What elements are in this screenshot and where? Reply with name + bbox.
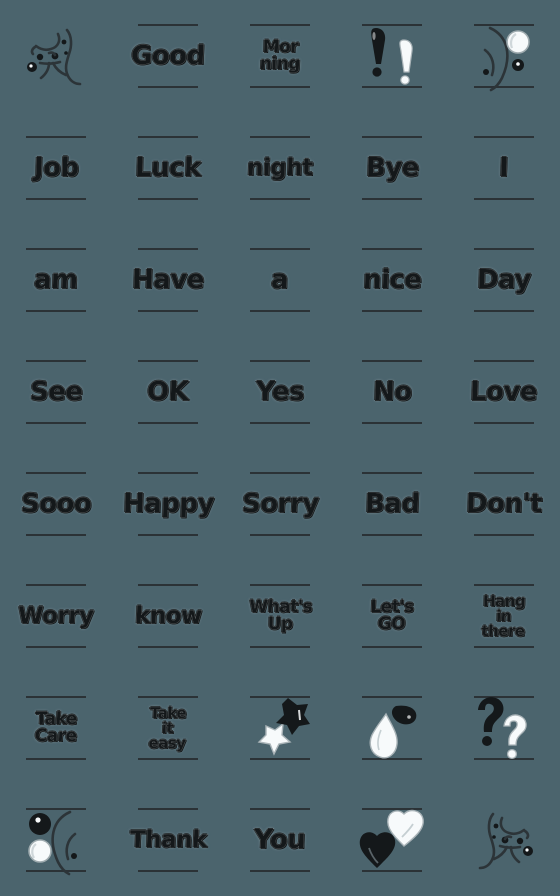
sticker-word: Thank bbox=[129, 826, 207, 853]
sticker-cell[interactable] bbox=[448, 0, 560, 112]
sticker-word: You bbox=[253, 825, 307, 856]
sticker-cell[interactable]: Bye bbox=[336, 112, 448, 224]
sticker-cell[interactable] bbox=[224, 672, 336, 784]
sticker-cell[interactable]: OK bbox=[112, 336, 224, 448]
doodle-face-right-art bbox=[478, 812, 533, 870]
sticker-word: Sorry bbox=[241, 489, 319, 520]
sticker-cell[interactable]: am bbox=[0, 224, 112, 336]
sticker-cell[interactable]: Yes bbox=[224, 336, 336, 448]
two-question-marks-art bbox=[478, 697, 527, 760]
sticker-cell[interactable]: I bbox=[448, 112, 560, 224]
sticker-word: Mor ning bbox=[259, 36, 301, 74]
sticker-cell[interactable]: Job bbox=[0, 112, 112, 224]
sticker-cell[interactable] bbox=[448, 672, 560, 784]
sticker-word: Good bbox=[130, 41, 206, 72]
two-hearts-art bbox=[359, 809, 424, 868]
sticker-word: Hang in there bbox=[481, 591, 526, 640]
two-question-marks-icon bbox=[468, 692, 540, 764]
doodle-face-left-art bbox=[27, 28, 82, 86]
sticker-cell[interactable]: Take it easy bbox=[112, 672, 224, 784]
double-exclamation-icon bbox=[356, 20, 428, 92]
crescent-bubbles-icon bbox=[468, 20, 540, 92]
crescent-bubbles-flip-icon bbox=[20, 804, 92, 876]
sticker-cell[interactable]: nice bbox=[336, 224, 448, 336]
sticker-word: Have bbox=[131, 265, 205, 296]
crescent-bubbles-art bbox=[483, 26, 530, 92]
sticker-word: No bbox=[372, 377, 412, 408]
sticker-cell[interactable] bbox=[336, 784, 448, 896]
sticker-cell[interactable]: Worry bbox=[0, 560, 112, 672]
sticker-cell[interactable] bbox=[0, 0, 112, 112]
sticker-cell[interactable]: Bad bbox=[336, 448, 448, 560]
sticker-cell[interactable]: Thank bbox=[112, 784, 224, 896]
sticker-word: know bbox=[134, 602, 202, 629]
sticker-word: Yes bbox=[255, 377, 305, 408]
sticker-cell[interactable]: Have bbox=[112, 224, 224, 336]
sticker-word: Bye bbox=[365, 153, 420, 184]
sticker-word: Don't bbox=[465, 489, 543, 520]
two-hearts-icon bbox=[356, 804, 428, 876]
sticker-word: See bbox=[29, 377, 83, 408]
sticker-cell[interactable]: What's Up bbox=[224, 560, 336, 672]
two-sweat-drops-icon bbox=[356, 692, 428, 764]
sticker-cell[interactable]: See bbox=[0, 336, 112, 448]
sticker-word: I bbox=[498, 153, 510, 184]
sticker-word: Bad bbox=[364, 489, 420, 520]
sticker-word: Take it easy bbox=[148, 703, 187, 752]
sticker-word: night bbox=[246, 154, 314, 181]
sticker-word: Let's GO bbox=[370, 596, 415, 634]
sticker-word: OK bbox=[146, 377, 190, 408]
sticker-cell[interactable]: You bbox=[224, 784, 336, 896]
sticker-cell[interactable]: Good bbox=[112, 0, 224, 112]
sticker-cell[interactable] bbox=[336, 672, 448, 784]
sticker-cell[interactable]: night bbox=[224, 112, 336, 224]
sticker-cell[interactable] bbox=[448, 784, 560, 896]
two-stars-art bbox=[257, 698, 310, 756]
sticker-word: Day bbox=[476, 265, 532, 296]
sticker-cell[interactable]: Don't bbox=[448, 448, 560, 560]
sticker-word: Love bbox=[469, 377, 539, 408]
sticker-word: What's Up bbox=[248, 596, 313, 634]
sticker-grid: Good Mor ning Job Luck night Bye Iam Have a nice… bbox=[0, 0, 560, 896]
sticker-cell[interactable]: Sooo bbox=[0, 448, 112, 560]
sticker-cell[interactable]: Take Care bbox=[0, 672, 112, 784]
crescent-bubbles-flip-art bbox=[28, 810, 77, 876]
sticker-cell[interactable]: know bbox=[112, 560, 224, 672]
sticker-cell[interactable]: Let's GO bbox=[336, 560, 448, 672]
sticker-cell[interactable]: Love bbox=[448, 336, 560, 448]
sticker-word: a bbox=[270, 265, 290, 296]
sticker-word: nice bbox=[362, 265, 422, 296]
sticker-cell[interactable]: No bbox=[336, 336, 448, 448]
sticker-word: Luck bbox=[134, 153, 202, 184]
sticker-cell[interactable]: Hang in there bbox=[448, 560, 560, 672]
sticker-cell[interactable] bbox=[0, 784, 112, 896]
two-sweat-drops-art bbox=[369, 705, 417, 759]
sticker-word: Take Care bbox=[34, 708, 78, 746]
sticker-word: Worry bbox=[17, 602, 95, 629]
two-stars-icon bbox=[244, 692, 316, 764]
sticker-cell[interactable]: a bbox=[224, 224, 336, 336]
double-exclamation-art bbox=[371, 28, 413, 85]
sticker-word: Happy bbox=[121, 489, 215, 520]
sticker-cell[interactable]: Sorry bbox=[224, 448, 336, 560]
doodle-face-left-icon bbox=[20, 20, 92, 92]
sticker-cell[interactable]: Day bbox=[448, 224, 560, 336]
sticker-cell[interactable]: Luck bbox=[112, 112, 224, 224]
doodle-face-right-icon bbox=[468, 804, 540, 876]
sticker-cell[interactable]: Happy bbox=[112, 448, 224, 560]
sticker-word: am bbox=[33, 265, 79, 296]
sticker-word: Sooo bbox=[20, 489, 92, 520]
sticker-word: Job bbox=[33, 153, 79, 184]
sticker-cell[interactable] bbox=[336, 0, 448, 112]
sticker-cell[interactable]: Mor ning bbox=[224, 0, 336, 112]
